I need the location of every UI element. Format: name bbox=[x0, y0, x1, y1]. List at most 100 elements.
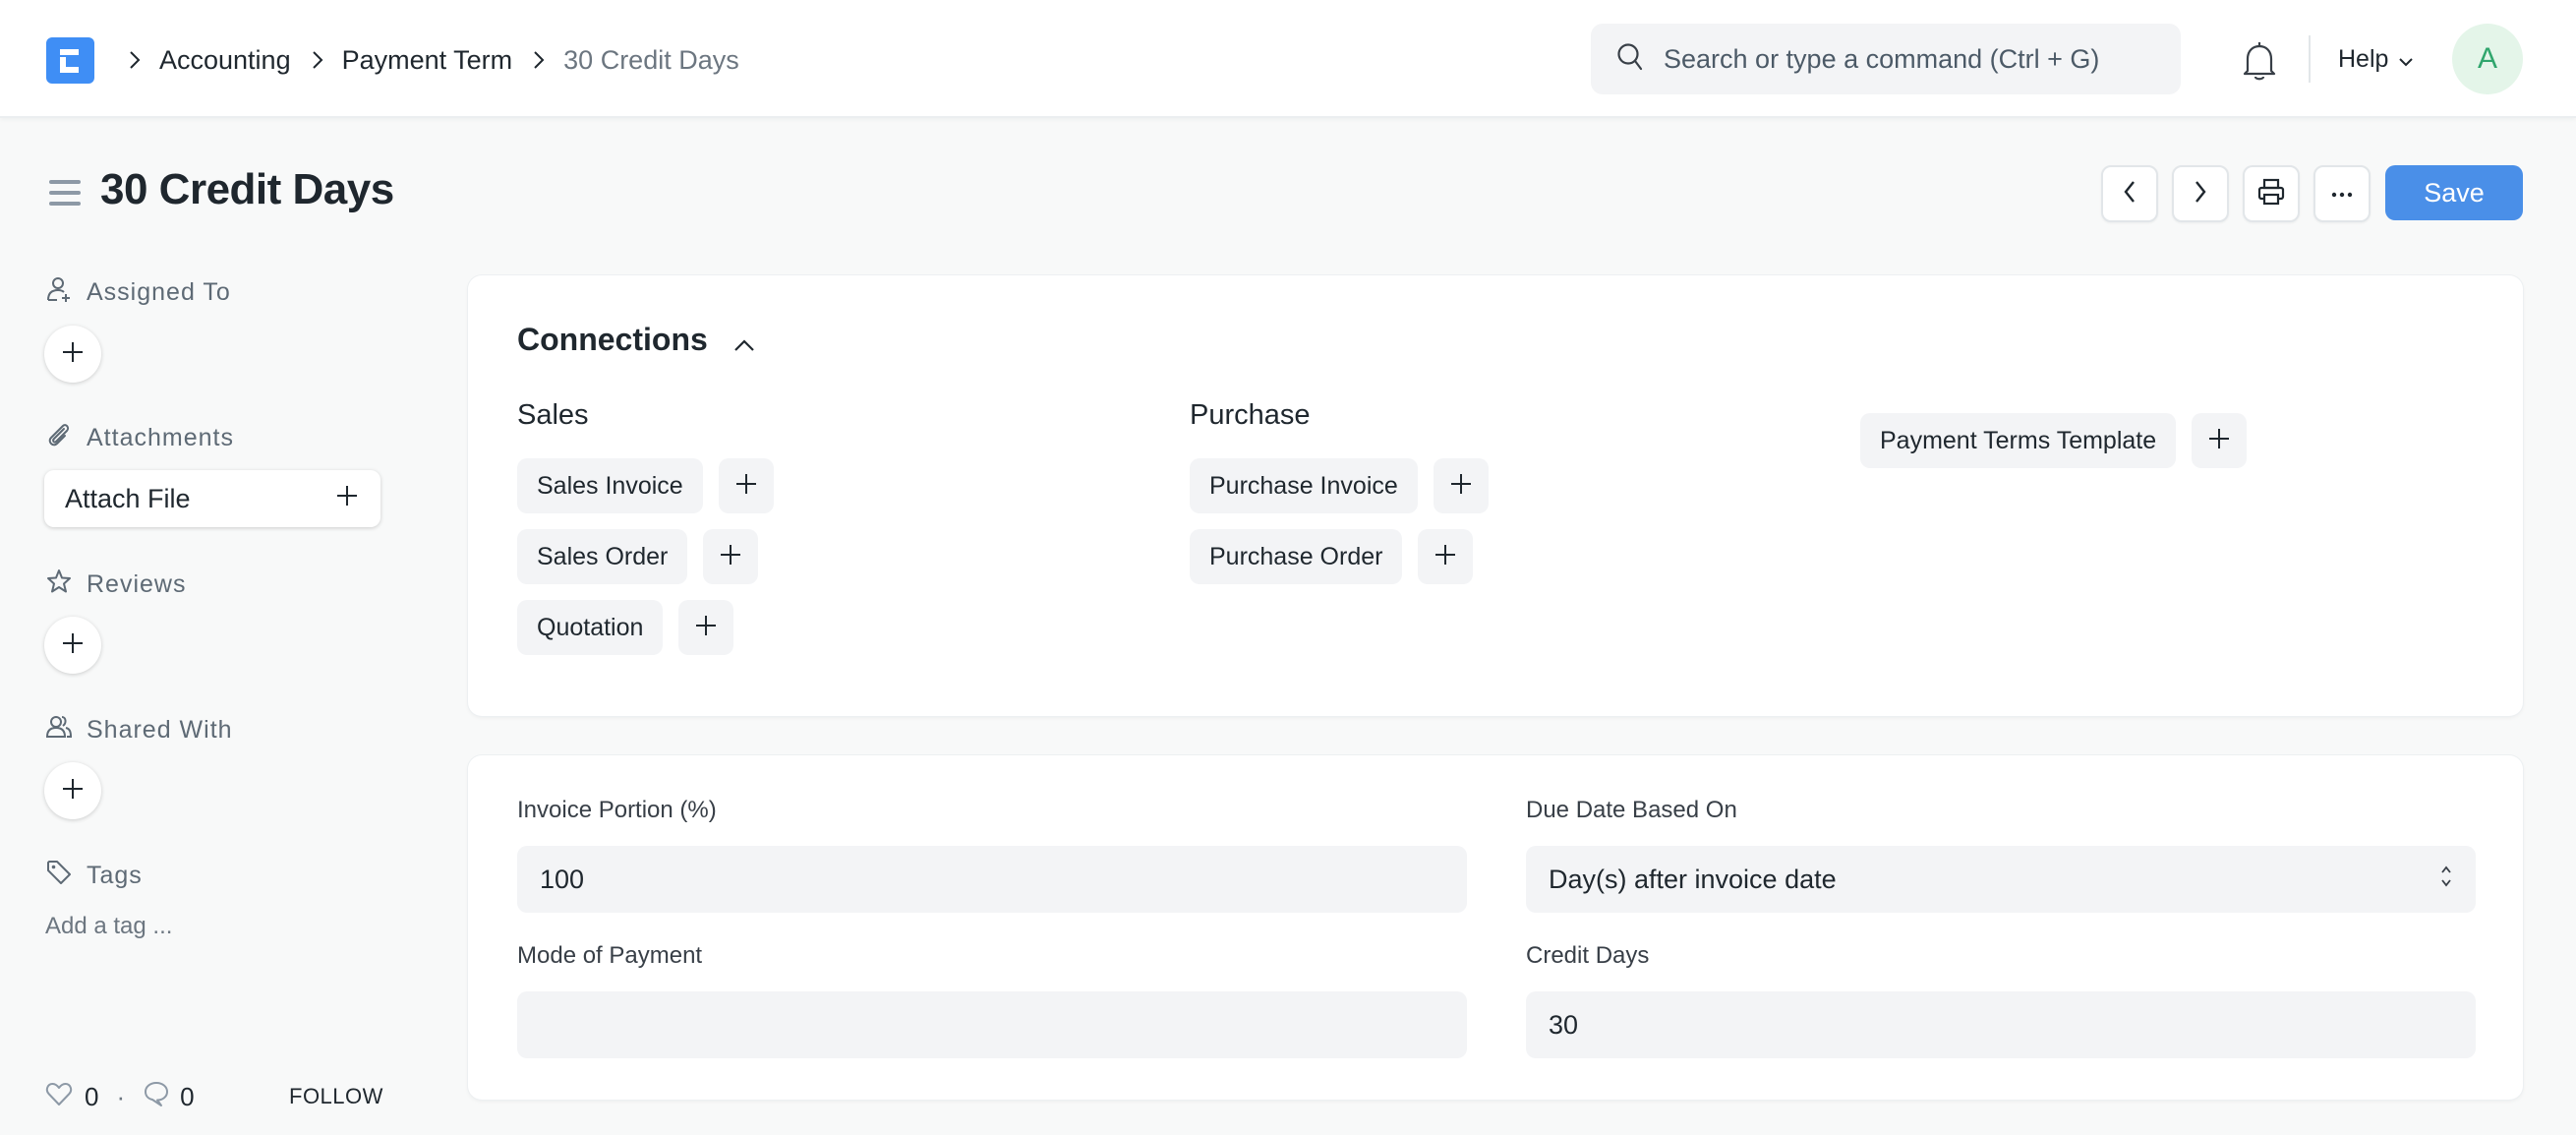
invoice-portion-field: Invoice Portion (%) 100 bbox=[517, 797, 1467, 913]
chevron-up-icon[interactable] bbox=[733, 324, 755, 360]
mode-of-payment-field: Mode of Payment bbox=[517, 942, 1467, 1058]
help-label: Help bbox=[2338, 44, 2389, 73]
plus-icon bbox=[2207, 427, 2231, 455]
plus-icon bbox=[694, 614, 718, 642]
prev-record-button[interactable] bbox=[2101, 165, 2158, 222]
link-sales-order[interactable]: Sales Order bbox=[517, 529, 688, 584]
comment-count: 0 bbox=[180, 1081, 195, 1111]
link-quotation[interactable]: Quotation bbox=[517, 600, 664, 655]
credit-days-field: Credit Days 30 bbox=[1526, 942, 2476, 1058]
add-assignee-button[interactable] bbox=[44, 326, 101, 383]
next-record-button[interactable] bbox=[2172, 165, 2229, 222]
connections-card: Connections Sales Sales Invoice Sales Or… bbox=[468, 275, 2523, 716]
reviews-section: Reviews bbox=[45, 568, 186, 602]
plus-icon bbox=[1434, 543, 1457, 571]
add-purchase-order-button[interactable] bbox=[1418, 529, 1474, 584]
page-title: 30 Credit Days bbox=[100, 165, 394, 213]
details-card: Invoice Portion (%) 100 Due Date Based O… bbox=[468, 755, 2523, 1100]
tags-section: Tags bbox=[45, 859, 143, 893]
add-share-button[interactable] bbox=[44, 762, 101, 819]
invoice-portion-value: 100 bbox=[540, 864, 585, 894]
printer-icon bbox=[2256, 178, 2286, 210]
navbar: Accounting Payment Term 30 Credit Days S… bbox=[0, 0, 2576, 118]
assigned-to-label: Assigned To bbox=[87, 278, 231, 306]
users-icon bbox=[45, 713, 73, 747]
more-actions-button[interactable] bbox=[2313, 165, 2371, 222]
breadcrumb: Accounting Payment Term 30 Credit Days bbox=[118, 37, 739, 83]
add-payment-terms-template-button[interactable] bbox=[2192, 413, 2248, 468]
group-title: Purchase bbox=[1190, 399, 1311, 431]
link-purchase-order[interactable]: Purchase Order bbox=[1190, 529, 1403, 584]
select-arrows-icon bbox=[2439, 864, 2453, 896]
attach-file-button[interactable]: Attach File bbox=[44, 470, 381, 527]
invoice-portion-input[interactable]: 100 bbox=[517, 846, 1467, 913]
separator: · bbox=[116, 1081, 126, 1111]
credit-days-input[interactable]: 30 bbox=[1526, 991, 2476, 1058]
group-title: Sales bbox=[517, 399, 589, 431]
heart-icon[interactable] bbox=[45, 1081, 73, 1113]
plus-icon bbox=[734, 472, 758, 501]
print-button[interactable] bbox=[2243, 165, 2300, 222]
chevron-right-icon bbox=[124, 37, 146, 83]
mode-of-payment-input[interactable] bbox=[517, 991, 1467, 1058]
star-icon bbox=[45, 568, 73, 602]
link-payment-terms-template[interactable]: Payment Terms Template bbox=[1860, 413, 2177, 468]
plus-icon bbox=[61, 340, 85, 369]
plus-icon bbox=[1449, 472, 1473, 501]
due-date-based-on-select[interactable]: Day(s) after invoice date bbox=[1526, 846, 2476, 913]
link-purchase-invoice[interactable]: Purchase Invoice bbox=[1190, 458, 1418, 513]
chevron-right-icon bbox=[2194, 180, 2207, 209]
tags-label: Tags bbox=[87, 862, 143, 889]
breadcrumb-accounting[interactable]: Accounting bbox=[159, 45, 291, 76]
shared-with-label: Shared With bbox=[87, 716, 233, 744]
chevron-right-icon bbox=[528, 37, 550, 83]
save-button[interactable]: Save bbox=[2385, 165, 2523, 220]
plus-icon bbox=[61, 777, 85, 806]
due-date-based-on-label: Due Date Based On bbox=[1526, 797, 1737, 823]
invoice-portion-label: Invoice Portion (%) bbox=[517, 797, 717, 823]
reviews-label: Reviews bbox=[87, 570, 187, 598]
plus-icon bbox=[719, 543, 742, 571]
search-input[interactable]: Search or type a command (Ctrl + G) bbox=[1591, 24, 2181, 94]
connection-group-sales: Sales Sales Invoice Sales Order Quotatio… bbox=[517, 399, 774, 655]
sidebar-toggle-icon[interactable] bbox=[49, 180, 81, 206]
chevron-left-icon bbox=[2123, 180, 2137, 209]
tag-icon bbox=[45, 859, 73, 893]
connections-header[interactable]: Connections bbox=[517, 320, 755, 360]
ellipsis-icon bbox=[2331, 185, 2353, 203]
add-quotation-button[interactable] bbox=[678, 600, 734, 655]
plus-icon bbox=[335, 484, 359, 514]
chevron-right-icon bbox=[307, 37, 328, 83]
search-placeholder: Search or type a command (Ctrl + G) bbox=[1664, 43, 2100, 74]
attach-file-label: Attach File bbox=[65, 483, 191, 513]
due-date-based-on-field: Due Date Based On Day(s) after invoice d… bbox=[1526, 797, 2476, 913]
app-logo[interactable] bbox=[46, 37, 94, 84]
record-stats: 0 · 0 bbox=[45, 1080, 195, 1113]
assigned-to-section: Assigned To bbox=[45, 275, 231, 310]
shared-with-section: Shared With bbox=[45, 713, 233, 747]
add-review-button[interactable] bbox=[44, 617, 101, 674]
bell-icon[interactable] bbox=[2240, 39, 2279, 83]
due-date-based-on-value: Day(s) after invoice date bbox=[1549, 864, 1837, 894]
add-purchase-invoice-button[interactable] bbox=[1433, 458, 1489, 513]
avatar[interactable]: A bbox=[2452, 24, 2523, 94]
divider bbox=[2309, 35, 2311, 83]
link-sales-invoice[interactable]: Sales Invoice bbox=[517, 458, 703, 513]
credit-days-value: 30 bbox=[1549, 1009, 1579, 1040]
add-sales-order-button[interactable] bbox=[703, 529, 759, 584]
add-sales-invoice-button[interactable] bbox=[718, 458, 774, 513]
paperclip-icon bbox=[45, 421, 73, 455]
mode-of-payment-label: Mode of Payment bbox=[517, 942, 703, 969]
add-tag-link[interactable]: Add a tag ... bbox=[45, 913, 172, 940]
follow-button[interactable]: FOLLOW bbox=[289, 1084, 383, 1109]
comment-icon[interactable] bbox=[143, 1080, 170, 1114]
breadcrumb-current[interactable]: 30 Credit Days bbox=[563, 45, 739, 76]
plus-icon bbox=[61, 631, 85, 660]
breadcrumb-payment-term[interactable]: Payment Term bbox=[342, 45, 513, 76]
credit-days-label: Credit Days bbox=[1526, 942, 1650, 969]
like-count: 0 bbox=[85, 1081, 99, 1111]
connection-group-purchase: Purchase Purchase Invoice Purchase Order bbox=[1190, 399, 1489, 584]
connection-group-other: Payment Terms Template bbox=[1860, 413, 2248, 468]
connections-title: Connections bbox=[517, 322, 708, 357]
help-dropdown[interactable]: Help bbox=[2338, 39, 2414, 79]
